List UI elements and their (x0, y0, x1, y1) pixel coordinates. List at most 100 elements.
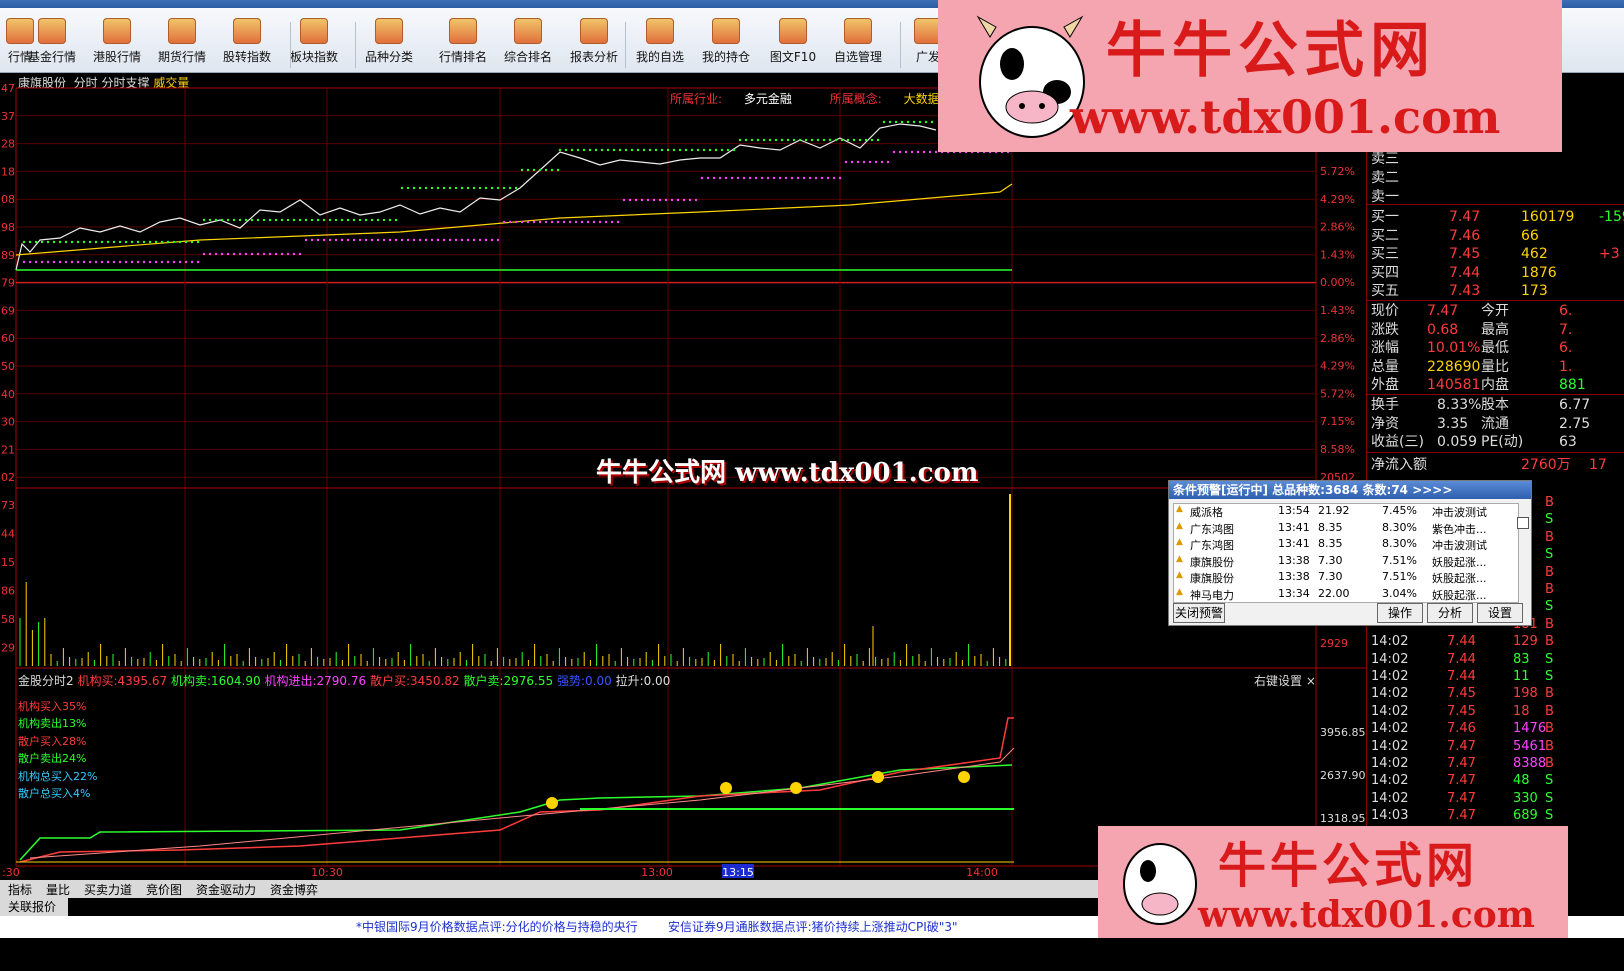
tick-row: 14:02 7.44 11 S (1371, 668, 1624, 686)
bottom-tab-3[interactable]: 竞价图 (146, 881, 182, 898)
alert-title[interactable]: 条件预警[运行中] 总品种数:3684 条数:74 >>>> (1169, 481, 1531, 499)
alert-icon: ▲ (1176, 570, 1183, 581)
panel-separator (1367, 300, 1624, 301)
alert-row[interactable]: ▲ 神马电力 13:34 22.00 3.04% 妖股起涨... (1176, 587, 1516, 602)
support-dot (472, 186, 476, 190)
support-dot (364, 218, 368, 222)
news-item-2[interactable]: 安信证券9月通胀数据点评:猪价持续上涨推动CPI破"3" (668, 916, 958, 938)
settings-button[interactable]: 设置 (1477, 603, 1523, 623)
support-dot (582, 148, 586, 152)
support-dot (514, 186, 518, 190)
alert-icon: ▲ (1176, 537, 1183, 548)
alert-row[interactable]: ▲ 康旗股份 13:38 7.30 7.51% 妖股起涨... (1176, 570, 1516, 586)
resistance-dot (826, 176, 830, 180)
resistance-dot (394, 238, 398, 242)
tick-row: 14:02 7.47 330 S (1371, 790, 1624, 808)
bottom-tab-5[interactable]: 资金博弈 (270, 881, 318, 898)
alert-row[interactable]: ▲ 广东鸿图 13:41 8.35 8.30% 紫色冲击... (1176, 521, 1516, 537)
watermark-bottom: 牛牛公式网 www.tdx001.com (1098, 826, 1568, 938)
pct-tick-right: 7.15% (1320, 415, 1355, 428)
pct-line: 散户总买入4% (18, 787, 91, 801)
resistance-dot (736, 176, 740, 180)
resistance-dot (340, 238, 344, 242)
resistance-dot (916, 150, 920, 154)
bottom-tab-2[interactable]: 买卖力道 (84, 881, 132, 898)
tick-volume: 48 (1513, 773, 1530, 789)
bid-label: 买五 (1371, 283, 1399, 300)
tick-side: B (1545, 495, 1554, 510)
resistance-dot (844, 160, 848, 164)
jg-net-value: 2790.76 (316, 674, 367, 688)
support-dot (846, 138, 850, 142)
resistance-dot (46, 260, 50, 264)
fund-value: 8.33% (1437, 397, 1482, 413)
pct-line: 机构总买入22% (18, 769, 98, 783)
resistance-dot (262, 252, 266, 256)
volume-tick-left: 15 (1, 556, 15, 569)
support-dot (774, 138, 778, 142)
bid-price: 7.44 (1449, 264, 1481, 281)
watermark-brand: 牛牛公式网 (1106, 16, 1436, 86)
operate-button[interactable]: 操作 (1377, 603, 1423, 623)
tick-time: 14:02 (1371, 721, 1409, 737)
volume-tick-left: 86 (1, 585, 15, 598)
volume-tick-left: 73 (1, 499, 15, 512)
resistance-dot (196, 260, 200, 264)
support-dot (190, 240, 194, 244)
support-dot (280, 218, 284, 222)
sh-sell-value: 2976.55 (503, 674, 554, 688)
news-item-1[interactable]: *中银国际9月价格数据点评:分化的价格与持稳的央行 (356, 916, 638, 938)
stat-row: 涨幅 10.01% 最低 6. (1371, 339, 1624, 357)
tick-price: 7.44 (1447, 669, 1476, 684)
alert-row[interactable]: ▲ 威派格 13:54 21.92 7.45% 冲击波测试 (1176, 504, 1516, 520)
ask-label: 卖三 (1371, 151, 1399, 167)
resistance-dot (460, 238, 464, 242)
stat-value-2: 6. (1559, 340, 1573, 357)
alert-list[interactable]: ▲ 威派格 13:54 21.92 7.45% 冲击波测试 ▲ 广东鸿图 13:41 8.35 8.… (1173, 503, 1519, 603)
resistance-dot (58, 260, 62, 264)
close-alert-button[interactable]: 关闭预警 (1173, 603, 1225, 623)
tick-price: 7.44 (1447, 651, 1476, 667)
support-dot (822, 138, 826, 142)
pct-line: 机构卖出13% (18, 717, 87, 731)
analyze-button[interactable]: 分析 (1427, 603, 1473, 623)
related-quote-tab[interactable]: 关联报价 (0, 898, 68, 916)
alert-checkbox[interactable] (1517, 517, 1529, 529)
tick-price: 7.47 (1447, 808, 1476, 824)
support-dot (70, 240, 74, 244)
price-tick-left: 08 (1, 193, 15, 206)
bottom-tab-4[interactable]: 资金驱动力 (196, 881, 256, 898)
support-dot (382, 218, 386, 222)
tick-price: 7.46 (1447, 721, 1476, 737)
pull-label: 拉升: (615, 674, 644, 688)
support-dot (756, 138, 760, 142)
stat-label-2: 内盘 (1481, 377, 1509, 394)
stat-value-2: 881 (1559, 377, 1586, 394)
stat-value-2: 1. (1559, 358, 1573, 375)
settings-link[interactable]: 右键设置 × (1254, 672, 1316, 689)
support-dot (82, 240, 86, 244)
support-dot (606, 148, 610, 152)
bottom-tab-0[interactable]: 指标 (8, 881, 32, 898)
alert-row[interactable]: ▲ 康旗股份 13:38 7.30 7.51% 妖股起涨... (1176, 554, 1516, 570)
support-dot (924, 120, 928, 124)
resistance-dot (490, 238, 494, 242)
jg-net-label: 机构进出: (264, 674, 317, 688)
fund-label: 收益(三) (1371, 434, 1424, 451)
watermark-top: 牛牛公式网 www.tdx001.com (938, 0, 1562, 152)
alert-row[interactable]: ▲ 广东鸿图 13:41 8.35 8.30% 冲击波测试 (1176, 537, 1516, 553)
ask-row: 卖二 (1371, 169, 1624, 187)
price-tick-left: 30 (1, 416, 15, 429)
support-dot (460, 186, 464, 190)
support-dot (358, 218, 362, 222)
alert-name: 威派格 (1190, 506, 1223, 519)
support-dot (750, 138, 754, 142)
resistance-dot (718, 176, 722, 180)
support-dot (274, 218, 278, 222)
tick-side: B (1545, 634, 1554, 650)
price-tick-left: 79 (1, 277, 15, 290)
resistance-dot (466, 238, 470, 242)
volume-tick-left: 58 (1, 613, 15, 626)
bottom-tab-1[interactable]: 量比 (46, 881, 70, 898)
pct-lines: 机构买入35% 机构卖出13% 散户买入28% 散户卖出24% 机构总买入22% 散户总买… (18, 698, 97, 802)
